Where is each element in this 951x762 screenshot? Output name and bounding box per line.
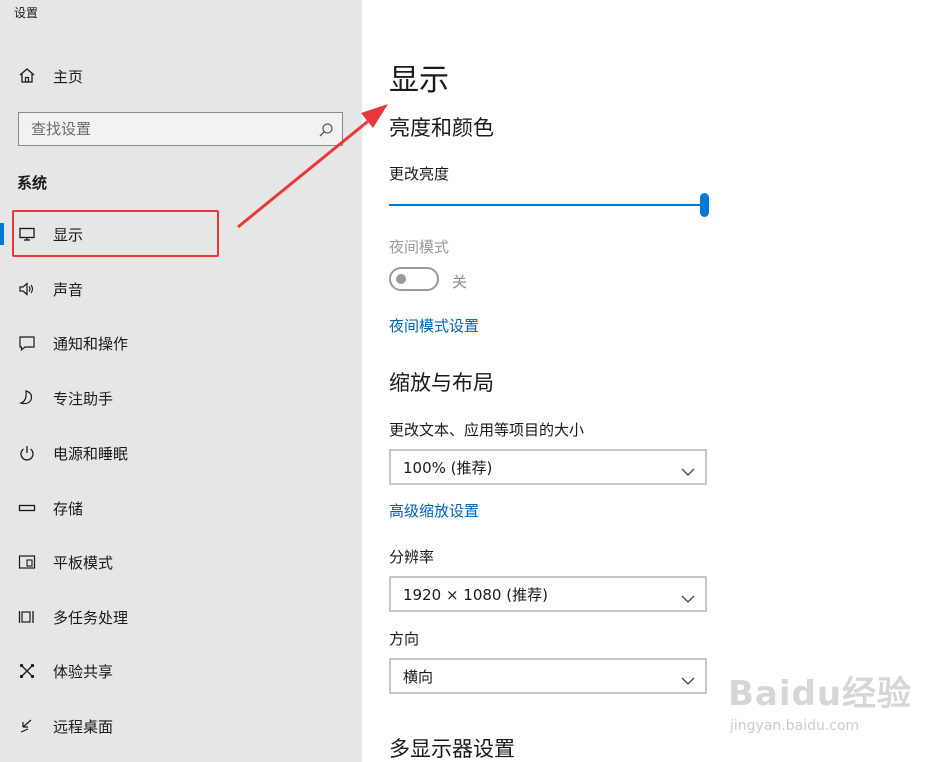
scale-dropdown-value: 100% (推荐) (403, 459, 493, 477)
sidebar-item-storage[interactable]: 存储 (0, 486, 362, 530)
chevron-down-icon (681, 462, 695, 476)
sidebar-item-multitasking[interactable]: 多任务处理 (0, 595, 362, 639)
search-icon[interactable] (318, 122, 334, 138)
sidebar-item-tablet-mode[interactable]: 平板模式 (0, 540, 362, 584)
search-box[interactable] (18, 112, 343, 146)
page-title: 显示 (389, 63, 449, 98)
sidebar-item-shared-experiences[interactable]: 体验共享 (0, 649, 362, 693)
resolution-dropdown[interactable]: 1920 × 1080 (推荐) (389, 576, 707, 612)
multitask-icon (17, 607, 37, 627)
sidebar-item-focus-assist[interactable]: 专注助手 (0, 376, 362, 420)
main-content: 显示 亮度和颜色 更改亮度 夜间模式 关 夜间模式设置 缩放与布局 更改文本、应… (362, 0, 951, 762)
sidebar-item-label: 平板模式 (53, 553, 114, 572)
night-light-label: 夜间模式 (389, 238, 450, 256)
sidebar-item-label: 远程桌面 (53, 717, 114, 736)
watermark-url: jingyan.baidu.com (730, 718, 860, 734)
sidebar-item-label: 声音 (53, 280, 84, 299)
chevron-down-icon (681, 671, 695, 685)
moon-icon (17, 388, 37, 408)
night-light-toggle[interactable] (389, 267, 439, 291)
window-title: 设置 (14, 6, 39, 20)
sidebar: 设置 主页 系统 显示 声音 (0, 0, 362, 762)
night-light-settings-link[interactable]: 夜间模式设置 (389, 315, 479, 336)
slider-thumb[interactable] (700, 193, 709, 217)
sidebar-item-label: 通知和操作 (53, 334, 129, 353)
sidebar-item-power-sleep[interactable]: 电源和睡眠 (0, 431, 362, 475)
chevron-down-icon (681, 589, 695, 603)
watermark-brand: Baidu经验 (728, 674, 913, 714)
section-heading-brightness: 亮度和颜色 (389, 116, 494, 140)
sidebar-item-label: 体验共享 (53, 662, 114, 681)
tablet-icon (17, 552, 37, 572)
share-icon (17, 661, 37, 681)
annotation-highlight-box (12, 210, 219, 257)
selected-indicator (0, 223, 4, 245)
sidebar-group-label: 系统 (17, 174, 48, 192)
sidebar-item-label: 电源和睡眠 (53, 444, 129, 463)
orientation-dropdown[interactable]: 横向 (389, 658, 707, 694)
orientation-dropdown-value: 横向 (403, 668, 434, 686)
sidebar-item-label: 多任务处理 (53, 608, 129, 627)
brightness-slider[interactable] (389, 193, 709, 219)
sidebar-item-notifications[interactable]: 通知和操作 (0, 321, 362, 365)
sidebar-item-label: 专注助手 (53, 389, 114, 408)
watermark: Baidu经验 jingyan.baidu.com (728, 652, 928, 747)
storage-icon (17, 498, 37, 518)
orientation-label: 方向 (389, 630, 420, 648)
resolution-dropdown-value: 1920 × 1080 (推荐) (403, 586, 548, 604)
section-heading-multi-display: 多显示器设置 (389, 737, 515, 761)
advanced-scaling-link[interactable]: 高级缩放设置 (389, 500, 479, 521)
night-light-state: 关 (452, 273, 468, 291)
remote-desktop-icon (17, 716, 37, 736)
sidebar-item-label: 存储 (53, 499, 84, 518)
search-input[interactable] (19, 113, 342, 145)
sidebar-item-sound[interactable]: 声音 (0, 267, 362, 311)
scale-label: 更改文本、应用等项目的大小 (389, 421, 585, 439)
slider-track (389, 204, 704, 206)
sidebar-item-label: 主页 (53, 67, 84, 86)
resolution-label: 分辨率 (389, 548, 435, 566)
scale-dropdown[interactable]: 100% (推荐) (389, 449, 707, 485)
power-icon (17, 443, 37, 463)
brightness-label: 更改亮度 (389, 165, 450, 183)
section-heading-scale-layout: 缩放与布局 (389, 371, 494, 395)
sidebar-item-remote-desktop[interactable]: 远程桌面 (0, 704, 362, 748)
sidebar-item-home[interactable]: 主页 (0, 54, 362, 98)
settings-window: 设置 主页 系统 显示 声音 (0, 0, 951, 762)
speaker-icon (17, 279, 37, 299)
notification-icon (17, 333, 37, 353)
toggle-knob (396, 274, 406, 284)
home-icon (17, 66, 37, 86)
